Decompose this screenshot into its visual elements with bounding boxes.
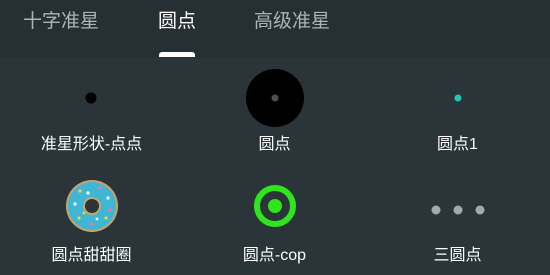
crosshair-item-label: 三圆点	[433, 247, 482, 264]
crosshair-item-dot[interactable]: 圆点	[183, 58, 366, 166]
active-tab-indicator	[159, 52, 195, 57]
crosshair-grid: 准星形状-点点 圆点 圆点1 圆点甜甜圈 圆点-cop 三圆点	[0, 58, 550, 275]
small-dot-icon	[85, 92, 97, 104]
donut-icon	[66, 180, 118, 232]
crosshair-item-label: 准星形状-点点	[40, 136, 143, 153]
green-ring-icon	[254, 185, 296, 227]
crosshair-item-dot-cop[interactable]: 圆点-cop	[183, 166, 366, 274]
crosshair-item-label: 圆点-cop	[242, 247, 307, 264]
crosshair-item-label: 圆点甜甜圈	[51, 247, 132, 264]
crosshair-item-label: 圆点	[258, 136, 291, 153]
crosshair-item-dot-shape[interactable]: 准星形状-点点	[0, 58, 183, 166]
three-dots-icon	[431, 205, 485, 215]
crosshair-item-label: 圆点1	[437, 136, 478, 153]
crosshair-item-donut[interactable]: 圆点甜甜圈	[0, 166, 183, 274]
teal-dot-icon	[454, 94, 462, 102]
tab-dot[interactable]: 圆点	[152, 9, 202, 41]
tab-bar: 十字准星 圆点 高级准星	[0, 0, 550, 58]
large-black-dot-icon	[246, 69, 304, 127]
crosshair-item-three-dots[interactable]: 三圆点	[366, 166, 549, 274]
tab-crosshair[interactable]: 十字准星	[18, 9, 104, 41]
tab-advanced-crosshair[interactable]: 高级准星	[248, 9, 336, 41]
crosshair-item-dot-1[interactable]: 圆点1	[366, 58, 549, 166]
